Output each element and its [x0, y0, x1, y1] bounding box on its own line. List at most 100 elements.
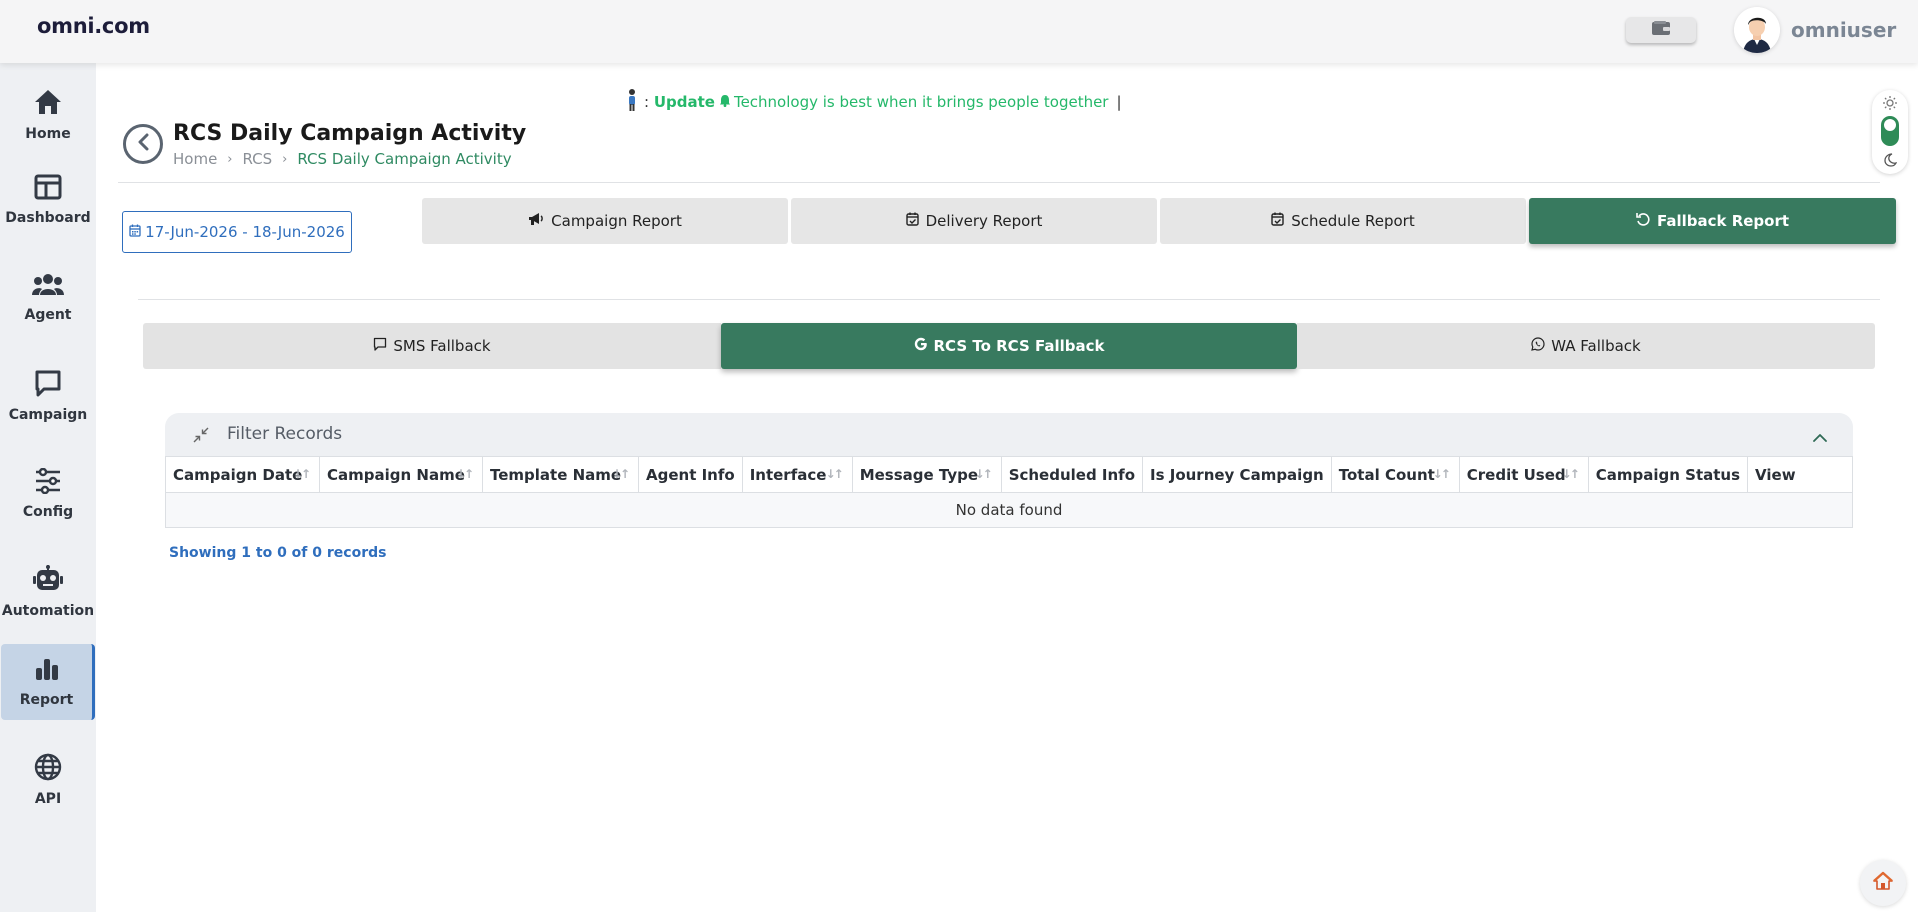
tab-label: SMS Fallback — [393, 337, 491, 355]
sidebar: Home Dashboard Agent Campaign Config Aut… — [0, 63, 96, 912]
sidebar-item-label: Config — [22, 504, 74, 520]
tab-label: Schedule Report — [1291, 212, 1415, 230]
breadcrumb-separator-icon: › — [227, 151, 233, 167]
tab-sms-fallback[interactable]: SMS Fallback — [143, 323, 721, 369]
tab-wa-fallback[interactable]: WA Fallback — [1297, 323, 1875, 369]
divider — [118, 182, 1880, 183]
breadcrumb-separator-icon: › — [282, 151, 288, 167]
ticker-prefix: : — [644, 93, 654, 111]
ticker-update-label: Update — [653, 93, 715, 111]
sidebar-item-config[interactable]: Config — [0, 456, 96, 532]
page-title: RCS Daily Campaign Activity — [173, 121, 527, 146]
filter-records-header[interactable]: Filter Records — [165, 413, 1853, 457]
column-header-interface[interactable]: Interface ↓↑ — [741, 456, 853, 493]
column-header-campaign-name[interactable]: Campaign Name ↓↑ — [319, 456, 483, 493]
sort-icon[interactable]: ↓↑ — [826, 467, 844, 481]
collapse-arrows-icon[interactable] — [193, 427, 209, 447]
back-button[interactable] — [123, 124, 163, 164]
announcement-ticker: : Update Technology is best when it brin… — [626, 89, 1122, 115]
sidebar-item-campaign[interactable]: Campaign — [0, 358, 96, 434]
megaphone-icon — [528, 212, 551, 230]
campaign-table: Campaign Date ↓↑ Campaign Name ↓↑ Template… — [165, 456, 1853, 528]
sidebar-item-label: API — [34, 791, 62, 807]
sliders-icon — [34, 467, 62, 498]
breadcrumb: Home › RCS › RCS Daily Campaign Activity — [173, 150, 512, 168]
person-icon — [626, 89, 638, 115]
sidebar-item-label: Agent — [24, 307, 72, 323]
calendar-icon — [129, 223, 145, 241]
date-range-picker[interactable]: 17-Jun-2026 - 18-Jun-2026 — [122, 211, 352, 253]
tab-label: RCS To RCS Fallback — [933, 337, 1105, 355]
calendar-check-icon — [905, 212, 926, 230]
records-count: Showing 1 to 0 of 0 records — [169, 545, 387, 561]
empty-state-text: No data found — [165, 492, 1853, 528]
sort-icon[interactable]: ↓↑ — [293, 467, 311, 481]
dashboard-icon — [34, 174, 62, 204]
tab-schedule-report[interactable]: Schedule Report — [1160, 198, 1526, 244]
column-header-label: Template Name — [490, 465, 622, 484]
sidebar-item-label: Home — [25, 126, 71, 142]
tab-campaign-report[interactable]: Campaign Report — [422, 198, 788, 244]
sidebar-item-home[interactable]: Home — [0, 77, 96, 153]
theme-toggle[interactable] — [1872, 90, 1908, 174]
column-header-campaign-date[interactable]: Campaign Date ↓↑ — [165, 456, 320, 493]
column-header-template-name[interactable]: Template Name ↓↑ — [482, 456, 639, 493]
wallet-button[interactable] — [1626, 17, 1696, 43]
column-header-label: View — [1755, 465, 1796, 484]
chat-icon — [34, 369, 62, 401]
globe-icon — [34, 753, 62, 785]
sort-icon[interactable]: ↓↑ — [1433, 467, 1451, 481]
brand-logo[interactable]: omni.com — [37, 14, 150, 38]
column-header-campaign-status[interactable]: Campaign Status — [1587, 456, 1749, 493]
tab-label: Fallback Report — [1656, 212, 1790, 230]
column-header-view[interactable]: View — [1747, 456, 1853, 493]
tab-fallback-report[interactable]: Fallback Report — [1529, 198, 1896, 244]
undo-icon — [1636, 212, 1657, 230]
sidebar-item-automation[interactable]: Automation — [0, 554, 96, 630]
column-header-label: Campaign Date — [173, 465, 303, 484]
breadcrumb-home[interactable]: Home — [173, 150, 217, 168]
column-header-message-type[interactable]: Message Type ↓↑ — [851, 456, 1002, 493]
sort-icon[interactable]: ↓↑ — [1562, 467, 1580, 481]
ticker-message: Technology is best when it brings people… — [733, 93, 1109, 111]
sidebar-item-agent[interactable]: Agent — [0, 260, 96, 336]
sidebar-item-dashboard[interactable]: Dashboard — [0, 162, 96, 238]
sort-icon[interactable]: ↓↑ — [612, 467, 630, 481]
column-header-agent-info[interactable]: Agent Info — [638, 456, 743, 493]
column-header-label: Total Count — [1338, 465, 1435, 484]
theme-toggle-knob[interactable] — [1881, 116, 1899, 146]
date-range-value: 17-Jun-2026 - 18-Jun-2026 — [145, 223, 345, 241]
top-bar: omni.com omniuser — [0, 0, 1918, 63]
username-label[interactable]: omniuser — [1791, 18, 1896, 42]
column-header-scheduled-info[interactable]: Scheduled Info — [1000, 456, 1144, 493]
sidebar-item-report[interactable]: Report — [1, 644, 95, 720]
column-header-total-count[interactable]: Total Count ↓↑ — [1330, 456, 1460, 493]
column-header-label: Interface — [749, 465, 827, 484]
sidebar-item-label: Automation — [1, 603, 95, 619]
breadcrumb-rcs[interactable]: RCS — [243, 150, 273, 168]
tab-label: Delivery Report — [925, 212, 1043, 230]
sort-icon[interactable]: ↓↑ — [456, 467, 474, 481]
message-square-icon — [373, 337, 393, 355]
robot-icon — [32, 565, 64, 597]
sidebar-item-label: Report — [19, 692, 74, 708]
sort-icon[interactable]: ↓↑ — [975, 467, 993, 481]
house-icon — [1872, 871, 1894, 895]
chevron-up-icon[interactable] — [1813, 428, 1827, 447]
bar-chart-icon — [34, 656, 60, 686]
column-header-is-journey-campaign[interactable]: Is Journey Campaign — [1142, 456, 1332, 493]
home-floating-button[interactable] — [1860, 860, 1906, 906]
filter-records-title: Filter Records — [227, 424, 343, 444]
sidebar-item-api[interactable]: API — [0, 742, 96, 818]
bell-icon — [719, 93, 731, 111]
divider — [138, 299, 1880, 300]
sun-icon — [1883, 95, 1897, 114]
column-header-credit-used[interactable]: Credit Used ↓↑ — [1458, 456, 1589, 493]
sidebar-item-label: Campaign — [8, 407, 88, 423]
tab-delivery-report[interactable]: Delivery Report — [791, 198, 1157, 244]
sidebar-item-label: Dashboard — [5, 210, 91, 226]
tab-rcs-to-rcs-fallback[interactable]: RCS To RCS Fallback — [721, 323, 1297, 369]
user-avatar[interactable] — [1734, 7, 1780, 53]
column-header-label: Campaign Name — [327, 465, 465, 484]
google-icon — [914, 337, 934, 355]
